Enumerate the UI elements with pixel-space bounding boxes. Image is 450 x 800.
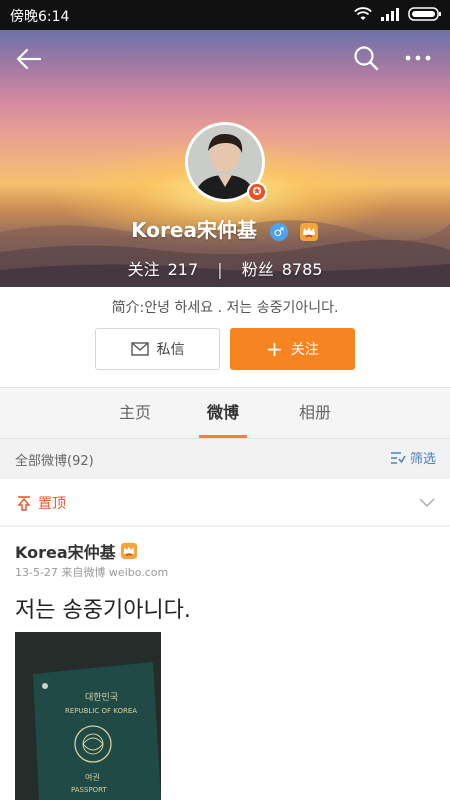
male-icon: ♂ <box>269 222 288 241</box>
pinned-row[interactable]: 置顶 <box>0 479 450 526</box>
message-button-label: 私信 <box>156 342 185 358</box>
profile-stats: 关注 217 | 粉丝 8785 <box>0 256 450 280</box>
more-button[interactable] <box>402 44 434 76</box>
pin-top-icon <box>17 496 31 511</box>
search-button[interactable] <box>352 44 384 76</box>
chevron-down-icon[interactable] <box>418 493 436 511</box>
status-time: 傍晚6:14 <box>10 9 70 25</box>
weibo-count-label: 全部微博(92) <box>15 454 94 469</box>
passport-text-korean: 대한민국 <box>85 692 118 703</box>
message-button[interactable]: 私信 <box>95 328 220 370</box>
back-arrow-icon <box>16 48 42 70</box>
post-card[interactable]: Korea宋仲基 13-5-27 来自微博 weibo.com 저는 송중기아니… <box>0 527 450 800</box>
profile-intro: 简介:안녕 하세요 . 저는 송중기아니다. <box>111 300 339 316</box>
tab-album[interactable]: 相册 <box>285 388 345 438</box>
filter-button[interactable]: 筛选 <box>390 448 436 467</box>
post-author-row: Korea宋仲基 <box>15 539 138 563</box>
passport-text-english: REPUBLIC OF KOREA <box>65 707 137 715</box>
pinned-label-group: 置顶 <box>16 493 66 513</box>
profile-tabs: 主页 微博 相册 <box>0 387 450 439</box>
post-image[interactable]: 대한민국 REPUBLIC OF KOREA 여권 PASSPORT <box>15 632 161 800</box>
passport-text-passport: PASSPORT <box>71 786 108 794</box>
follow-button-label: 关注 <box>290 342 319 358</box>
status-icons <box>354 7 442 21</box>
following-count: 217 <box>167 260 199 279</box>
crown-icon <box>299 222 318 241</box>
search-icon <box>354 46 379 71</box>
stats-divider: | <box>217 260 223 279</box>
followers-label: 粉丝 <box>241 260 274 279</box>
post-text: 저는 송중기아니다. <box>15 598 191 623</box>
signal-icon <box>381 8 399 21</box>
plus-icon: + <box>266 337 283 361</box>
following-stat[interactable]: 关注 217 <box>128 260 204 279</box>
post-meta: 13-5-27 来自微博 weibo.com <box>15 566 169 579</box>
passport-illustration: 대한민국 REPUBLIC OF KOREA 여권 PASSPORT <box>15 632 161 800</box>
crown-icon <box>120 542 137 560</box>
status-bar: 傍晚6:14 <box>0 0 450 30</box>
profile-name-row: Korea宋仲基 ♂ <box>0 214 450 243</box>
filter-button-label: 筛选 <box>409 452 436 467</box>
battery-icon <box>408 7 441 21</box>
mail-icon <box>130 342 149 356</box>
filter-icon <box>390 451 406 464</box>
post-author[interactable]: Korea宋仲基 <box>15 539 116 563</box>
passport-text-yeokwon: 여권 <box>85 772 100 782</box>
more-dots-icon <box>405 55 431 61</box>
follow-button[interactable]: + 关注 <box>230 328 355 370</box>
wifi-icon <box>354 7 372 20</box>
following-label: 关注 <box>127 260 160 279</box>
tab-weibo[interactable]: 微博 <box>193 388 253 438</box>
back-button[interactable] <box>14 44 46 76</box>
vip-badge: ✪ <box>247 182 267 202</box>
profile-header: ✪ Korea宋仲基 ♂ 关注 217 | 粉丝 8785 <box>0 30 450 287</box>
followers-stat[interactable]: 粉丝 8785 <box>242 260 323 279</box>
tab-home[interactable]: 主页 <box>105 388 165 438</box>
profile-intro-area: 简介:안녕 하세요 . 저는 송중기아니다. 私信 + 关注 <box>0 287 450 387</box>
profile-name: Korea宋仲基 <box>131 218 257 242</box>
filter-bar: 全部微博(92) 筛选 <box>0 442 450 474</box>
followers-count: 8785 <box>281 260 323 279</box>
pinned-label: 置顶 <box>38 496 66 512</box>
